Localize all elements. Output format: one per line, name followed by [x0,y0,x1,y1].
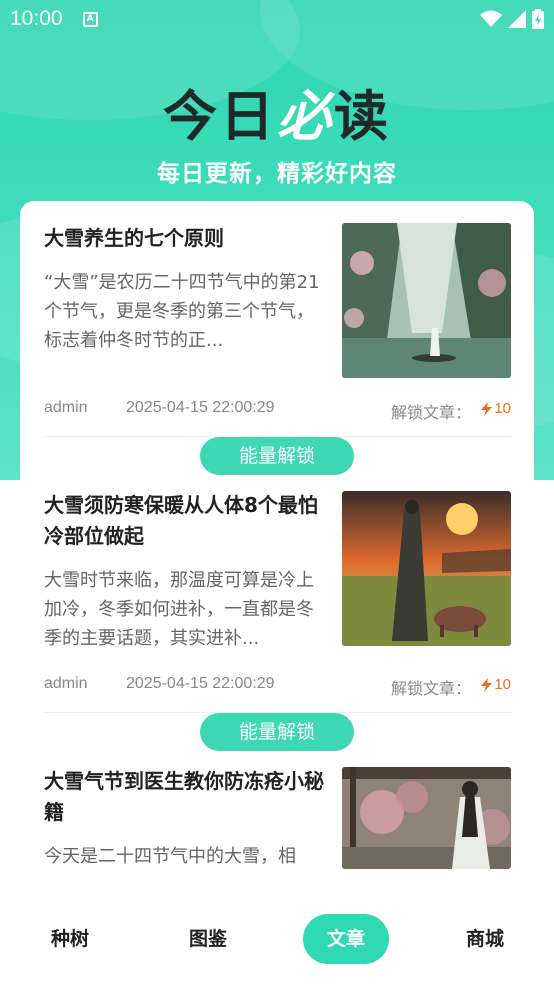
woman-under-blossom-tree-painting [342,767,511,869]
lightning-icon [481,677,493,692]
article-title: 大雪养生的七个原则 [44,226,224,250]
tab-guide[interactable]: 图鉴 [165,914,251,964]
energy-cost: 10 [481,676,511,693]
article-list-card: 大雪养生的七个原则 “大雪”是农历二十四节气中的第21个节气，更是冬季的第三个节… [20,201,534,891]
bottom-tab-bar: 种树 图鉴 文章 商城 [0,893,554,985]
tab-plant-tree[interactable]: 种树 [27,914,113,964]
tab-articles[interactable]: 文章 [303,914,389,964]
misty-mountain-river-painting [342,223,511,378]
notification-a-icon: A [82,11,98,27]
energy-cost-value: 10 [494,676,511,693]
battery-charging-icon [532,9,544,29]
sunset-figure-with-pig-painting [342,491,511,646]
hero-title-accent: 必 [277,85,334,148]
energy-unlock-button[interactable]: 能量解锁 [200,437,354,475]
article-date: 2025-04-15 22:00:29 [126,675,275,692]
status-bar: 10:00 A [0,0,554,38]
article-item[interactable]: 大雪养生的七个原则 “大雪”是农历二十四节气中的第21个节气，更是冬季的第三个节… [20,201,534,437]
unlock-label: 解锁文章： [390,405,471,422]
article-title: 大雪须防寒保暖从人体8个最怕冷部位做起 [44,493,318,548]
energy-cost: 10 [481,400,511,417]
article-excerpt: 大雪时节来临，那温度可算是冷上加冷，冬季如何进补，一直都是冬季的主要话题，其实进… [44,570,314,649]
article-title: 大雪气节到医生教你防冻疮小秘籍 [44,769,324,824]
article-date: 2025-04-15 22:00:29 [126,399,275,416]
status-time: 10:00 [10,7,63,30]
hero-title: 今日必读 [0,72,554,151]
article-author: admin [44,675,88,692]
article-author: admin [44,399,88,416]
article-thumbnail [342,491,511,646]
article-thumbnail [342,767,511,869]
article-item[interactable]: 大雪须防寒保暖从人体8个最怕冷部位做起 大雪时节来临，那温度可算是冷上加冷，冬季… [20,477,534,713]
article-thumbnail [342,223,511,378]
energy-cost-value: 10 [494,400,511,417]
wifi-icon [480,10,502,27]
article-item[interactable]: 大雪气节到医生教你防冻疮小秘籍 今天是二十四节气中的大雪，相 [20,753,534,891]
lightning-icon [481,401,493,416]
tab-shop[interactable]: 商城 [442,914,528,964]
hero-title-part2: 读 [334,85,391,148]
article-excerpt: 今天是二十四节气中的大雪，相 [44,846,296,867]
energy-unlock-button[interactable]: 能量解锁 [200,713,354,751]
unlock-label: 解锁文章： [390,681,471,698]
status-icons [480,9,544,29]
hero-title-part1: 今日 [163,85,277,148]
signal-icon [508,10,526,28]
article-excerpt: “大雪”是农历二十四节气中的第21个节气，更是冬季的第三个节气，标志着仲冬时节的… [44,272,320,351]
hero-subtitle: 每日更新，精彩好内容 [157,161,397,187]
